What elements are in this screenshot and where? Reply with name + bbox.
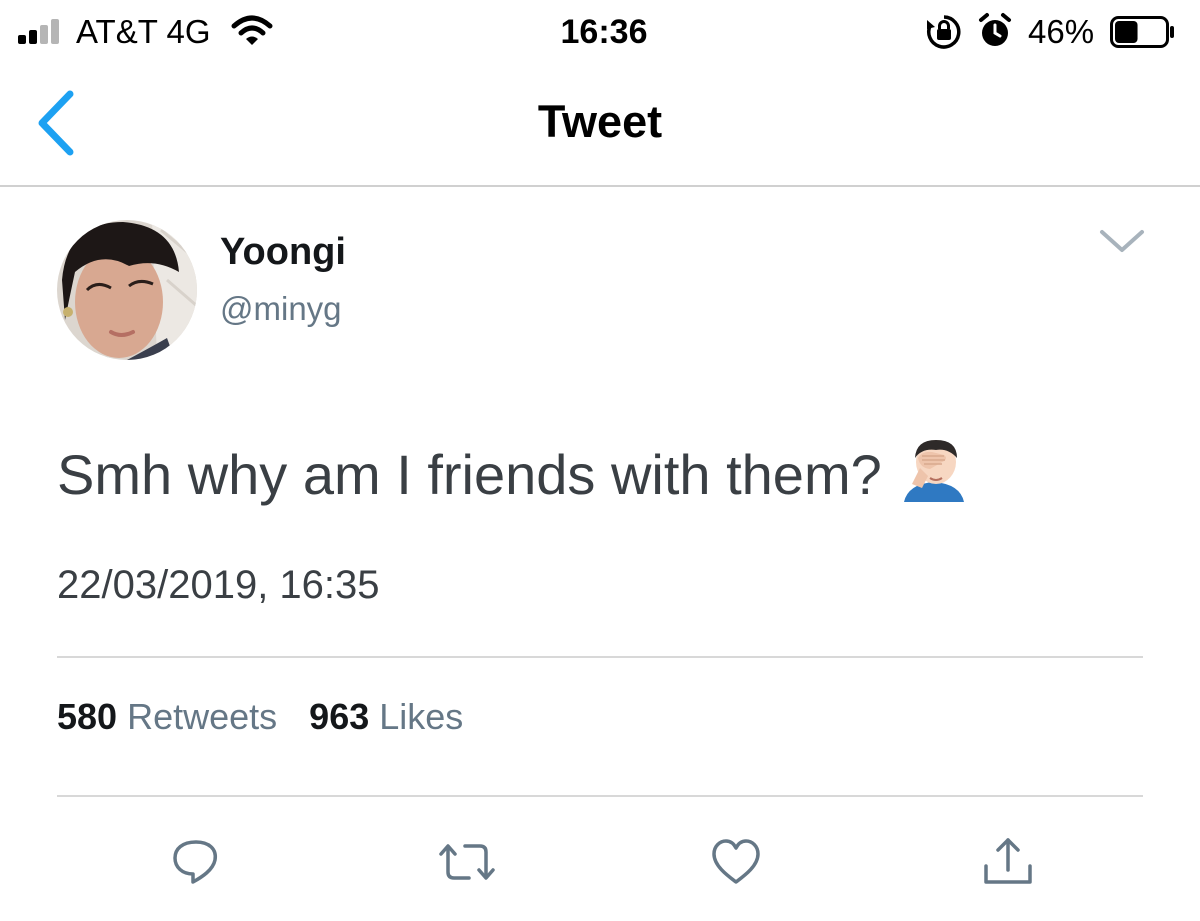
battery-icon bbox=[1110, 16, 1176, 53]
reply-button[interactable] bbox=[168, 836, 224, 888]
tweet-timestamp[interactable]: 22/03/2019, 16:35 bbox=[57, 560, 380, 610]
likes-count: 963 bbox=[309, 696, 370, 737]
status-time: 16:36 bbox=[560, 13, 648, 51]
rotation-lock-icon bbox=[926, 14, 962, 55]
tweet-body: Smh why am I friends with them? bbox=[57, 443, 882, 506]
share-icon bbox=[984, 838, 1032, 884]
tweet-text: Smh why am I friends with them? bbox=[57, 438, 1157, 517]
user-handle[interactable]: @minyg bbox=[220, 287, 342, 331]
retweet-button[interactable] bbox=[437, 836, 495, 888]
retweets-label: Retweets bbox=[127, 696, 278, 737]
nav-bar: Tweet bbox=[0, 64, 1200, 187]
tweet-stats: 580 Retweets 963 Likes bbox=[57, 694, 463, 740]
retweets-count: 580 bbox=[57, 696, 118, 737]
divider bbox=[57, 795, 1143, 797]
status-bar: AT&T 4G 16:36 46% bbox=[0, 0, 1200, 64]
likes-label: Likes bbox=[379, 696, 464, 737]
divider bbox=[57, 656, 1143, 658]
like-button[interactable] bbox=[708, 836, 764, 888]
retweet-icon bbox=[439, 844, 495, 880]
battery-percent: 46% bbox=[1028, 13, 1095, 50]
page-title: Tweet bbox=[537, 96, 663, 147]
retweets-stat[interactable]: 580 Retweets bbox=[57, 694, 277, 740]
facepalm-emoji-icon bbox=[900, 438, 968, 517]
share-button[interactable] bbox=[980, 836, 1036, 888]
reply-icon bbox=[173, 840, 218, 884]
display-name[interactable]: Yoongi bbox=[220, 228, 346, 276]
likes-stat[interactable]: 963 Likes bbox=[309, 694, 463, 740]
avatar[interactable] bbox=[57, 220, 197, 360]
alarm-icon bbox=[978, 12, 1012, 55]
chevron-down-icon bbox=[1100, 230, 1144, 252]
heart-icon bbox=[712, 839, 760, 884]
more-options-button[interactable] bbox=[1094, 222, 1150, 262]
